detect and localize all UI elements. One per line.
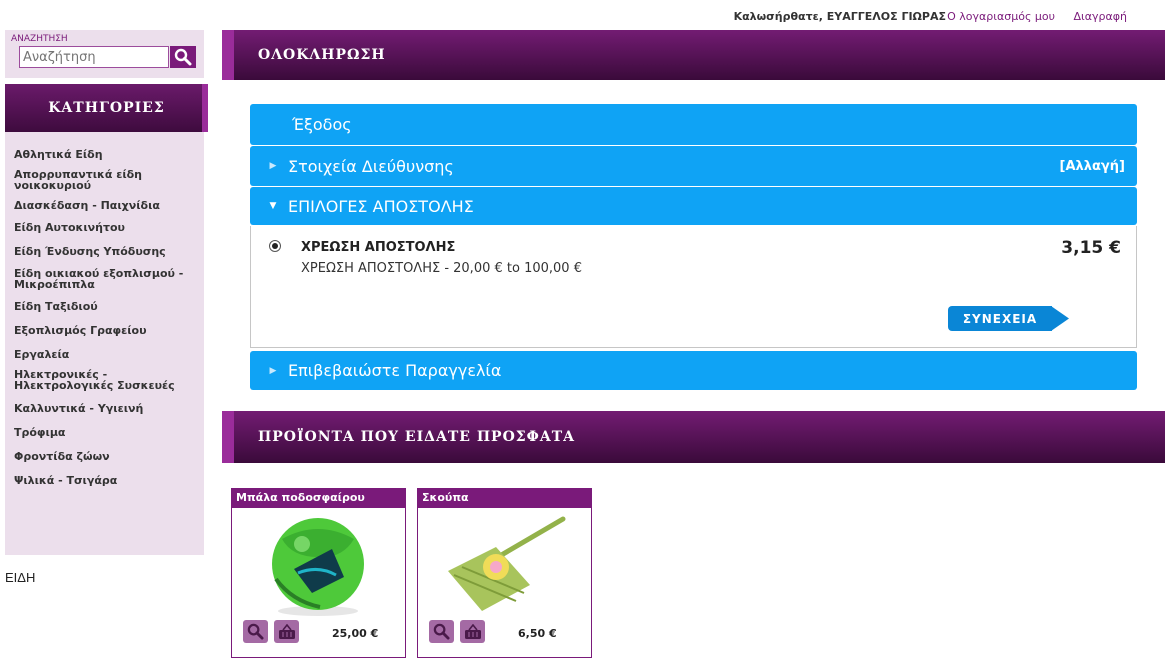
my-account-link[interactable]: Ο λογαριασμός μου xyxy=(947,10,1055,23)
product-actions xyxy=(243,620,299,643)
search-icon xyxy=(174,48,192,66)
categories-list: Αθλητικά Είδη Απορρυπαντικά είδη νοικοκυ… xyxy=(5,132,204,555)
category-item[interactable]: Είδη Ένδυσης Υπόδυσης xyxy=(5,246,204,257)
product-name[interactable]: Σκούπα xyxy=(418,489,591,508)
step-logout-label: Έξοδος xyxy=(292,115,352,134)
search-icon xyxy=(247,623,264,640)
shipping-option-description: ΧΡΕΩΣΗ ΑΠΟΣΤΟΛΗΣ - 20,00 € to 100,00 € xyxy=(301,261,582,276)
chevron-right-icon: ▶ xyxy=(269,161,277,171)
search-label: ΑΝΑΖΗΤΗΣΗ xyxy=(11,34,68,44)
header-accent xyxy=(222,30,234,80)
top-bar: Καλωσήρθατε, ΕΥΑΓΓΕΛΟΣ ΓΙΩΡΑΣ Ο λογαριασ… xyxy=(0,0,1165,28)
continue-label: ΣΥΝΕΧΕΙΑ xyxy=(948,306,1052,331)
search-input[interactable] xyxy=(19,46,169,68)
continue-button[interactable]: ΣΥΝΕΧΕΙΑ xyxy=(948,306,1070,331)
shipping-option-name: ΧΡΕΩΣΗ ΑΠΟΣΤΟΛΗΣ xyxy=(301,240,456,255)
step-logout[interactable]: Έξοδος xyxy=(250,104,1137,145)
logout-link[interactable]: Διαγραφή xyxy=(1074,10,1127,23)
add-to-cart-button[interactable] xyxy=(460,620,485,643)
radio-dot xyxy=(272,243,278,249)
zoom-button[interactable] xyxy=(243,620,268,643)
header-accent xyxy=(202,84,208,132)
add-to-cart-button[interactable] xyxy=(274,620,299,643)
football-image[interactable] xyxy=(232,509,405,619)
product-name[interactable]: Μπάλα ποδοσφαίρου xyxy=(232,489,405,508)
category-item[interactable]: Ψιλικά - Τσιγάρα xyxy=(5,475,204,486)
step-address-label: Στοιχεία Διεύθυνσης xyxy=(288,156,454,176)
category-item[interactable]: Ηλεκτρονικές - Ηλεκτρολογικές Συσκευές xyxy=(5,369,204,391)
category-item[interactable]: Εξοπλισμός Γραφείου xyxy=(5,325,204,336)
category-item[interactable]: Είδη Ταξιδιού xyxy=(5,301,204,312)
shipping-option-price: 3,15 € xyxy=(1061,238,1121,258)
recent-products-header: ΠΡΟΪΟΝΤΑ ΠΟΥ ΕΙΔΑΤΕ ΠΡΟΣΦΑΤΑ xyxy=(222,411,1165,463)
category-item[interactable]: Καλλυντικά - Υγιεινή xyxy=(5,403,204,414)
product-card[interactable]: Σκούπα 6,50 € xyxy=(417,488,592,658)
search-button[interactable] xyxy=(170,46,196,68)
category-item[interactable]: Εργαλεία xyxy=(5,349,204,360)
category-item[interactable]: Αθλητικά Είδη xyxy=(5,149,204,160)
category-item[interactable]: Φροντίδα ζώων xyxy=(5,451,204,462)
arrow-right-icon xyxy=(1051,306,1069,331)
shipping-options-panel: ΧΡΕΩΣΗ ΑΠΟΣΤΟΛΗΣ ΧΡΕΩΣΗ ΑΠΟΣΤΟΛΗΣ - 20,0… xyxy=(250,226,1137,348)
category-item[interactable]: Είδη Αυτοκινήτου xyxy=(5,222,204,233)
recent-products-title: ΠΡΟΪΟΝΤΑ ΠΟΥ ΕΙΔΑΤΕ ΠΡΟΣΦΑΤΑ xyxy=(258,429,576,445)
category-item[interactable]: Τρόφιμα xyxy=(5,427,204,438)
product-actions xyxy=(429,620,485,643)
step-shipping-label: ΕΠΙΛΟΓΕΣ ΑΠΟΣΤΟΛΗΣ xyxy=(288,196,474,216)
product-card[interactable]: Μπάλα ποδοσφαίρου 25,00 € xyxy=(231,488,406,658)
product-price: 6,50 € xyxy=(518,627,557,640)
shipping-radio[interactable] xyxy=(269,240,281,252)
basket-icon xyxy=(278,623,295,639)
zoom-button[interactable] xyxy=(429,620,454,643)
search-icon xyxy=(433,623,450,640)
category-item[interactable]: Είδη οικιακού εξοπλισμού - Μικροέπιπλα xyxy=(5,268,204,290)
items-label: ΕΙΔΗ xyxy=(5,570,36,585)
categories-header: ΚΑΤΗΓΟΡΙΕΣ xyxy=(5,84,208,132)
category-item[interactable]: Διασκέδαση - Παιχνίδια xyxy=(5,200,204,211)
checkout-title: ΟΛΟΚΛΗΡΩΣΗ xyxy=(258,47,386,63)
step-confirm-label: Επιβεβαιώστε Παραγγελία xyxy=(288,361,502,380)
change-address-link[interactable]: [Αλλαγή] xyxy=(1060,159,1125,174)
step-shipping[interactable]: ▼ ΕΠΙΛΟΓΕΣ ΑΠΟΣΤΟΛΗΣ xyxy=(250,187,1137,225)
step-confirm[interactable]: ▶ Επιβεβαιώστε Παραγγελία xyxy=(250,351,1137,390)
header-accent xyxy=(222,411,234,463)
category-item[interactable]: Απορρυπαντικά είδη νοικοκυριού xyxy=(5,169,204,191)
search-panel: ΑΝΑΖΗΤΗΣΗ xyxy=(5,30,204,78)
checkout-header: ΟΛΟΚΛΗΡΩΣΗ xyxy=(222,30,1165,80)
welcome-text: Καλωσήρθατε, ΕΥΑΓΓΕΛΟΣ ΓΙΩΡΑΣ xyxy=(733,10,946,23)
chevron-down-icon: ▼ xyxy=(269,201,277,211)
broom-image[interactable] xyxy=(418,509,591,619)
product-price: 25,00 € xyxy=(332,627,379,640)
basket-icon xyxy=(464,623,481,639)
chevron-right-icon: ▶ xyxy=(269,365,277,376)
step-address[interactable]: ▶ Στοιχεία Διεύθυνσης [Αλλαγή] xyxy=(250,146,1137,186)
categories-title: ΚΑΤΗΓΟΡΙΕΣ xyxy=(48,100,165,116)
